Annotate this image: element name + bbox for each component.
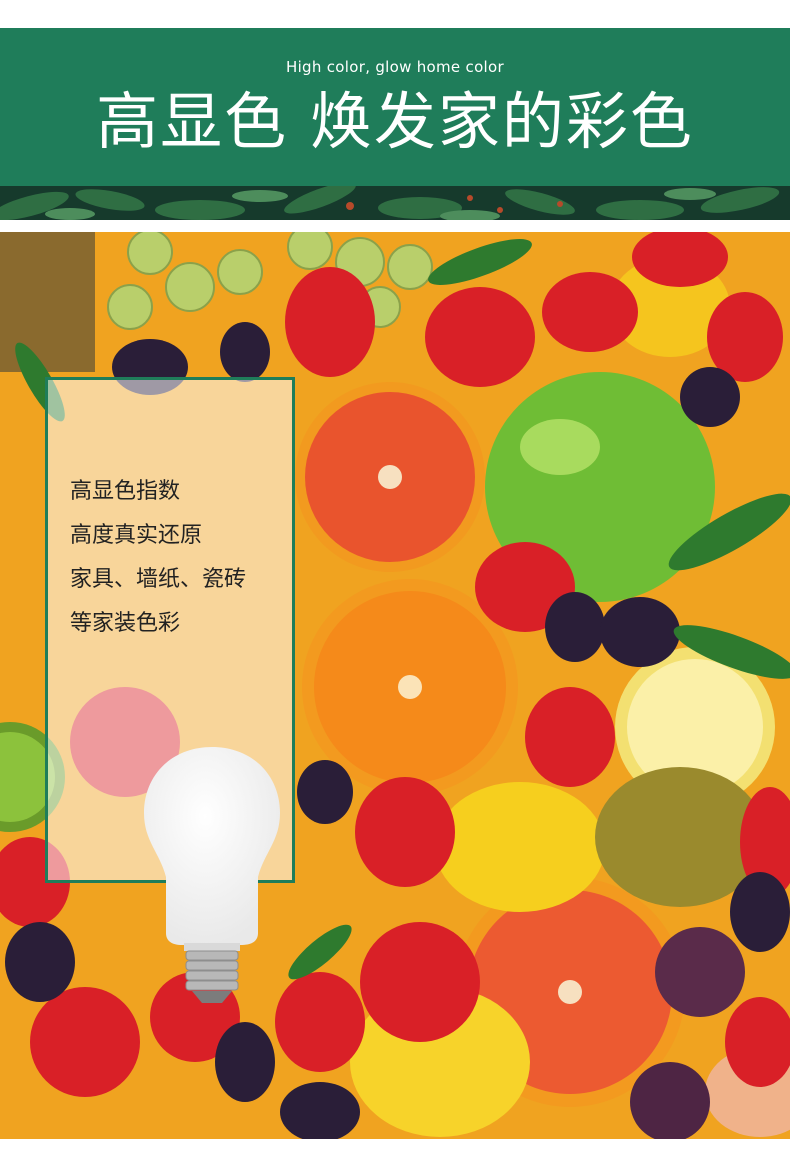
led-bulb-image [142,745,282,1005]
header-banner: High color, glow home color 高显色 焕发家的彩色 [0,28,790,186]
feature-line-3: 家具、墙纸、瓷砖 [70,567,247,592]
header-subtitle: High color, glow home color [286,58,504,76]
feature-list: 高显色指数 高度真实还原 家具、墙纸、瓷砖 等家装色彩 [70,470,246,646]
feature-line-1: 高显色指数 [70,479,181,504]
feature-line-2: 高度真实还原 [70,523,203,548]
header-title: 高显色 焕发家的彩色 [96,85,694,158]
feature-line-4: 等家装色彩 [70,611,181,636]
leaf-banner-image [0,186,790,220]
